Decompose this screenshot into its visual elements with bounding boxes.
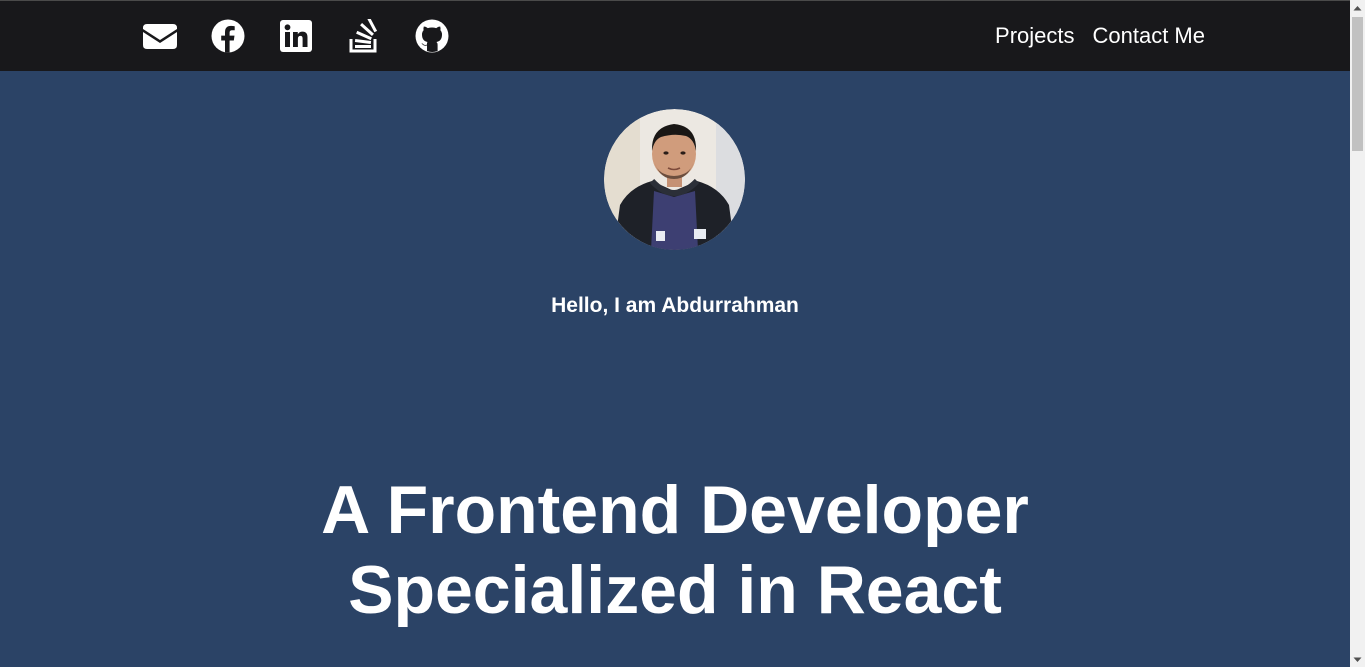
hero-headline-line-2: Specialized in React xyxy=(348,552,1002,628)
top-navbar: Projects Contact Me xyxy=(0,0,1350,71)
github-icon xyxy=(415,19,449,53)
email-link[interactable] xyxy=(142,19,178,53)
profile-photo xyxy=(604,109,745,250)
linkedin-icon xyxy=(280,20,312,52)
github-link[interactable] xyxy=(414,19,450,53)
scrollbar-thumb[interactable] xyxy=(1352,17,1363,151)
profile-avatar xyxy=(604,109,745,250)
social-icons xyxy=(142,19,482,53)
envelope-icon xyxy=(143,24,177,49)
nav-projects-link[interactable]: Projects xyxy=(995,23,1074,49)
scroll-up-arrow-icon[interactable] xyxy=(1350,0,1365,15)
stackoverflow-link[interactable] xyxy=(346,19,382,53)
nav-links: Projects Contact Me xyxy=(977,23,1205,49)
linkedin-link[interactable] xyxy=(278,19,314,53)
hero-headline-line-1: A Frontend Developer xyxy=(321,472,1029,548)
portfolio-page: Projects Contact Me Hello, I am Abdurrah… xyxy=(0,0,1350,667)
vertical-scrollbar[interactable] xyxy=(1350,0,1365,667)
browser-viewport: Projects Contact Me Hello, I am Abdurrah… xyxy=(0,0,1365,667)
facebook-icon xyxy=(211,19,245,53)
hero-greeting: Hello, I am Abdurrahman xyxy=(551,294,799,317)
facebook-link[interactable] xyxy=(210,19,246,53)
hero-headline: A Frontend Developer Specialized in Reac… xyxy=(0,470,1350,630)
nav-contact-link[interactable]: Contact Me xyxy=(1093,23,1206,49)
stackoverflow-icon xyxy=(349,19,378,53)
scroll-down-arrow-icon[interactable] xyxy=(1350,652,1365,667)
